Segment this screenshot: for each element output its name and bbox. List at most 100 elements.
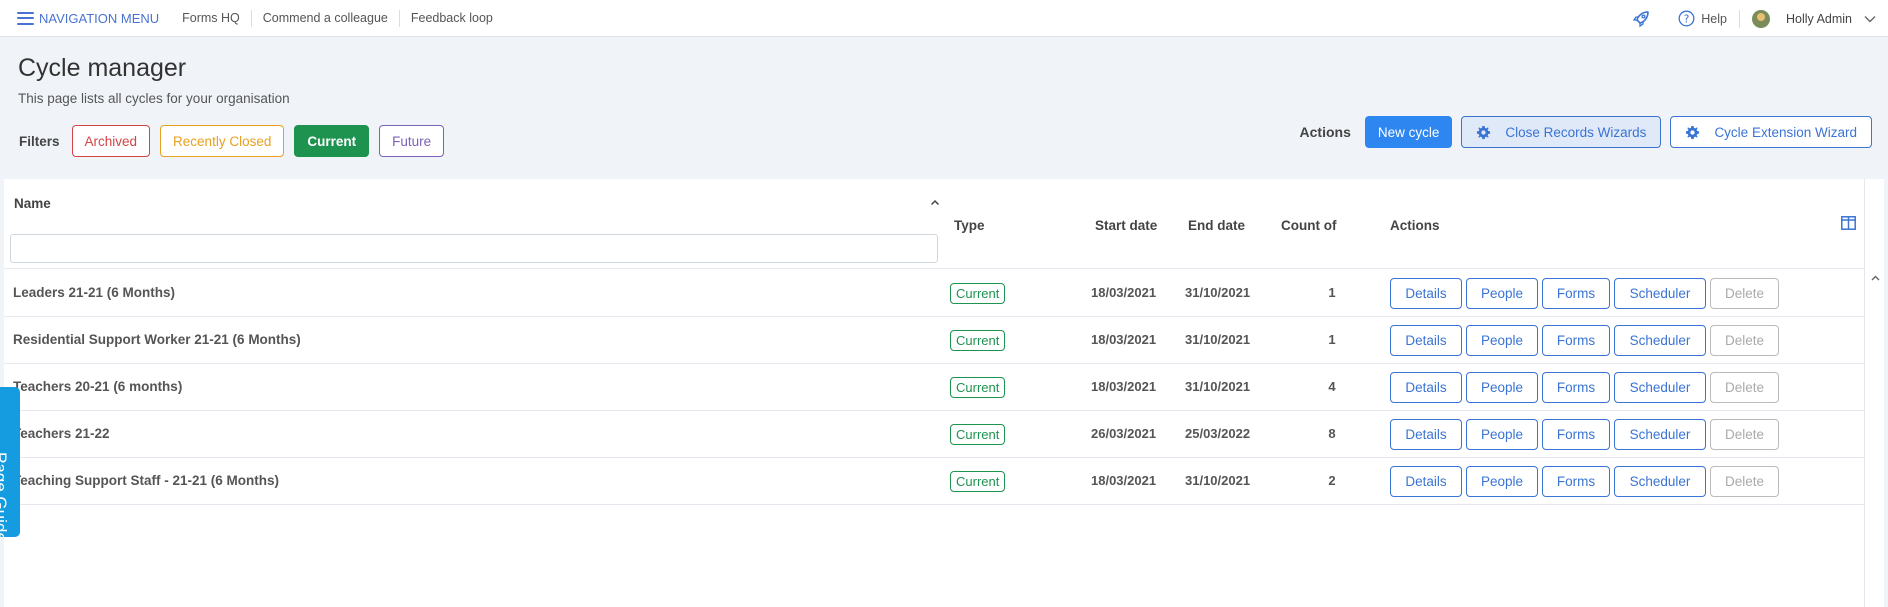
page-title: Cycle manager — [18, 54, 187, 82]
people-button[interactable]: People — [1466, 325, 1538, 356]
filter-recently-closed[interactable]: Recently Closed — [160, 125, 285, 157]
delete-button[interactable]: Delete — [1710, 466, 1779, 497]
delete-button[interactable]: Delete — [1710, 372, 1779, 403]
column-header-name[interactable]: Name — [14, 196, 51, 211]
filter-archived[interactable]: Archived — [71, 125, 151, 157]
sort-up-icon[interactable] — [930, 199, 940, 206]
people-button[interactable]: People — [1466, 278, 1538, 309]
table-row: Teachers 20-21 (6 months) Current 18/03/20… — [4, 364, 1864, 411]
cycles-table: Name Type Start date End date Count of A… — [4, 179, 1884, 607]
navigation-menu-label: NAVIGATION MENU — [39, 10, 160, 26]
end-date: 31/10/2021 — [1185, 379, 1251, 394]
actions-bar: Actions New cycle Close Records Wizards … — [1300, 116, 1872, 148]
svg-text:?: ? — [1684, 13, 1690, 25]
start-date: 18/03/2021 — [1091, 332, 1157, 347]
details-button[interactable]: Details — [1390, 372, 1462, 403]
scheduler-button[interactable]: Scheduler — [1614, 278, 1706, 309]
divider — [1739, 9, 1740, 28]
scheduler-button[interactable]: Scheduler — [1614, 372, 1706, 403]
cycle-name: Leaders 21-21 (6 Months) — [13, 285, 176, 300]
link-feedback-loop[interactable]: Feedback loop — [398, 9, 504, 27]
cycle-extension-wizard-button[interactable]: Cycle Extension Wizard — [1670, 116, 1872, 148]
scheduler-button[interactable]: Scheduler — [1614, 419, 1706, 450]
delete-button[interactable]: Delete — [1710, 278, 1779, 309]
status-badge: Current — [950, 471, 1006, 492]
cycle-name: Residential Support Worker 21-21 (6 Mont… — [13, 332, 301, 347]
people-button[interactable]: People — [1466, 419, 1538, 450]
details-button[interactable]: Details — [1390, 419, 1462, 450]
end-date: 31/10/2021 — [1185, 332, 1251, 347]
link-commend-colleague[interactable]: Commend a colleague — [250, 9, 399, 27]
table-header: Name Type Start date End date Count of A… — [4, 179, 1864, 269]
row-actions: Details People Forms Scheduler Delete — [1390, 419, 1783, 450]
page-subtitle: This page lists all cycles for your orga… — [18, 91, 290, 106]
filters-label: Filters — [19, 133, 60, 149]
cycle-name: Teachers 21-22 — [13, 426, 110, 441]
start-date: 18/03/2021 — [1091, 285, 1157, 300]
forms-button[interactable]: Forms — [1542, 466, 1610, 497]
count-value: 8 — [1328, 426, 1336, 441]
delete-button[interactable]: Delete — [1710, 419, 1779, 450]
top-bar: NAVIGATION MENU Forms HQ Commend a colle… — [0, 0, 1888, 37]
forms-button[interactable]: Forms — [1542, 372, 1610, 403]
filter-future[interactable]: Future — [379, 125, 445, 157]
table-row: Residential Support Worker 21-21 (6 Mont… — [4, 317, 1864, 364]
page-guides-tab[interactable]: Page Guides — [0, 387, 20, 537]
delete-button[interactable]: Delete — [1710, 325, 1779, 356]
end-date: 25/03/2022 — [1185, 426, 1251, 441]
column-header-count: Count of — [1281, 218, 1337, 233]
count-value: 1 — [1328, 332, 1336, 347]
help-icon: ? — [1678, 10, 1695, 27]
cycle-name: Teaching Support Staff - 21-21 (6 Months… — [13, 473, 280, 488]
column-header-type: Type — [954, 218, 985, 233]
count-value: 1 — [1328, 285, 1336, 300]
scheduler-button[interactable]: Scheduler — [1614, 325, 1706, 356]
forms-button[interactable]: Forms — [1542, 325, 1610, 356]
forms-button[interactable]: Forms — [1542, 278, 1610, 309]
gear-icon — [1477, 125, 1491, 139]
gear-icon — [1686, 125, 1700, 139]
start-date: 26/03/2021 — [1091, 426, 1157, 441]
scroll-up-icon[interactable] — [1871, 275, 1880, 281]
help-button[interactable]: ? Help — [1678, 10, 1727, 27]
row-actions: Details People Forms Scheduler Delete — [1390, 325, 1783, 356]
status-badge: Current — [950, 377, 1006, 398]
end-date: 31/10/2021 — [1185, 285, 1251, 300]
page-guides-label: Page Guides — [0, 452, 10, 537]
details-button[interactable]: Details — [1390, 278, 1462, 309]
status-badge: Current — [950, 283, 1006, 304]
row-actions: Details People Forms Scheduler Delete — [1390, 278, 1783, 309]
navigation-menu-button[interactable]: NAVIGATION MENU — [17, 11, 159, 26]
name-filter-input[interactable] — [10, 234, 938, 263]
link-forms-hq[interactable]: Forms HQ — [171, 10, 251, 27]
close-records-wizards-button[interactable]: Close Records Wizards — [1461, 116, 1662, 148]
people-button[interactable]: People — [1466, 466, 1538, 497]
column-header-actions: Actions — [1390, 218, 1440, 233]
cycle-extension-wizard-label: Cycle Extension Wizard — [1714, 124, 1857, 140]
count-value: 2 — [1328, 473, 1336, 488]
rocket-icon[interactable] — [1632, 10, 1650, 28]
forms-button[interactable]: Forms — [1542, 419, 1610, 450]
user-name: Holly Admin — [1786, 11, 1852, 26]
row-actions: Details People Forms Scheduler Delete — [1390, 466, 1783, 497]
close-records-wizards-label: Close Records Wizards — [1505, 124, 1647, 140]
start-date: 18/03/2021 — [1091, 379, 1157, 394]
details-button[interactable]: Details — [1390, 466, 1462, 497]
vertical-scrollbar[interactable] — [1864, 179, 1884, 607]
details-button[interactable]: Details — [1390, 325, 1462, 356]
user-menu[interactable]: Holly Admin — [1752, 9, 1876, 28]
filters-bar: Filters Archived Recently Closed Current… — [19, 125, 454, 157]
column-header-end-date: End date — [1188, 218, 1246, 233]
new-cycle-button[interactable]: New cycle — [1364, 116, 1453, 148]
status-badge: Current — [950, 424, 1006, 445]
people-button[interactable]: People — [1466, 372, 1538, 403]
top-right-controls: ? Help Holly Admin — [1632, 0, 1888, 37]
columns-icon[interactable] — [1841, 216, 1856, 230]
scheduler-button[interactable]: Scheduler — [1614, 466, 1706, 497]
filter-current[interactable]: Current — [294, 125, 370, 157]
chevron-down-icon — [1864, 15, 1876, 22]
table-row: Teaching Support Staff - 21-21 (6 Months… — [4, 458, 1864, 505]
actions-label: Actions — [1299, 124, 1351, 140]
end-date: 31/10/2021 — [1185, 473, 1251, 488]
help-label: Help — [1701, 11, 1727, 26]
